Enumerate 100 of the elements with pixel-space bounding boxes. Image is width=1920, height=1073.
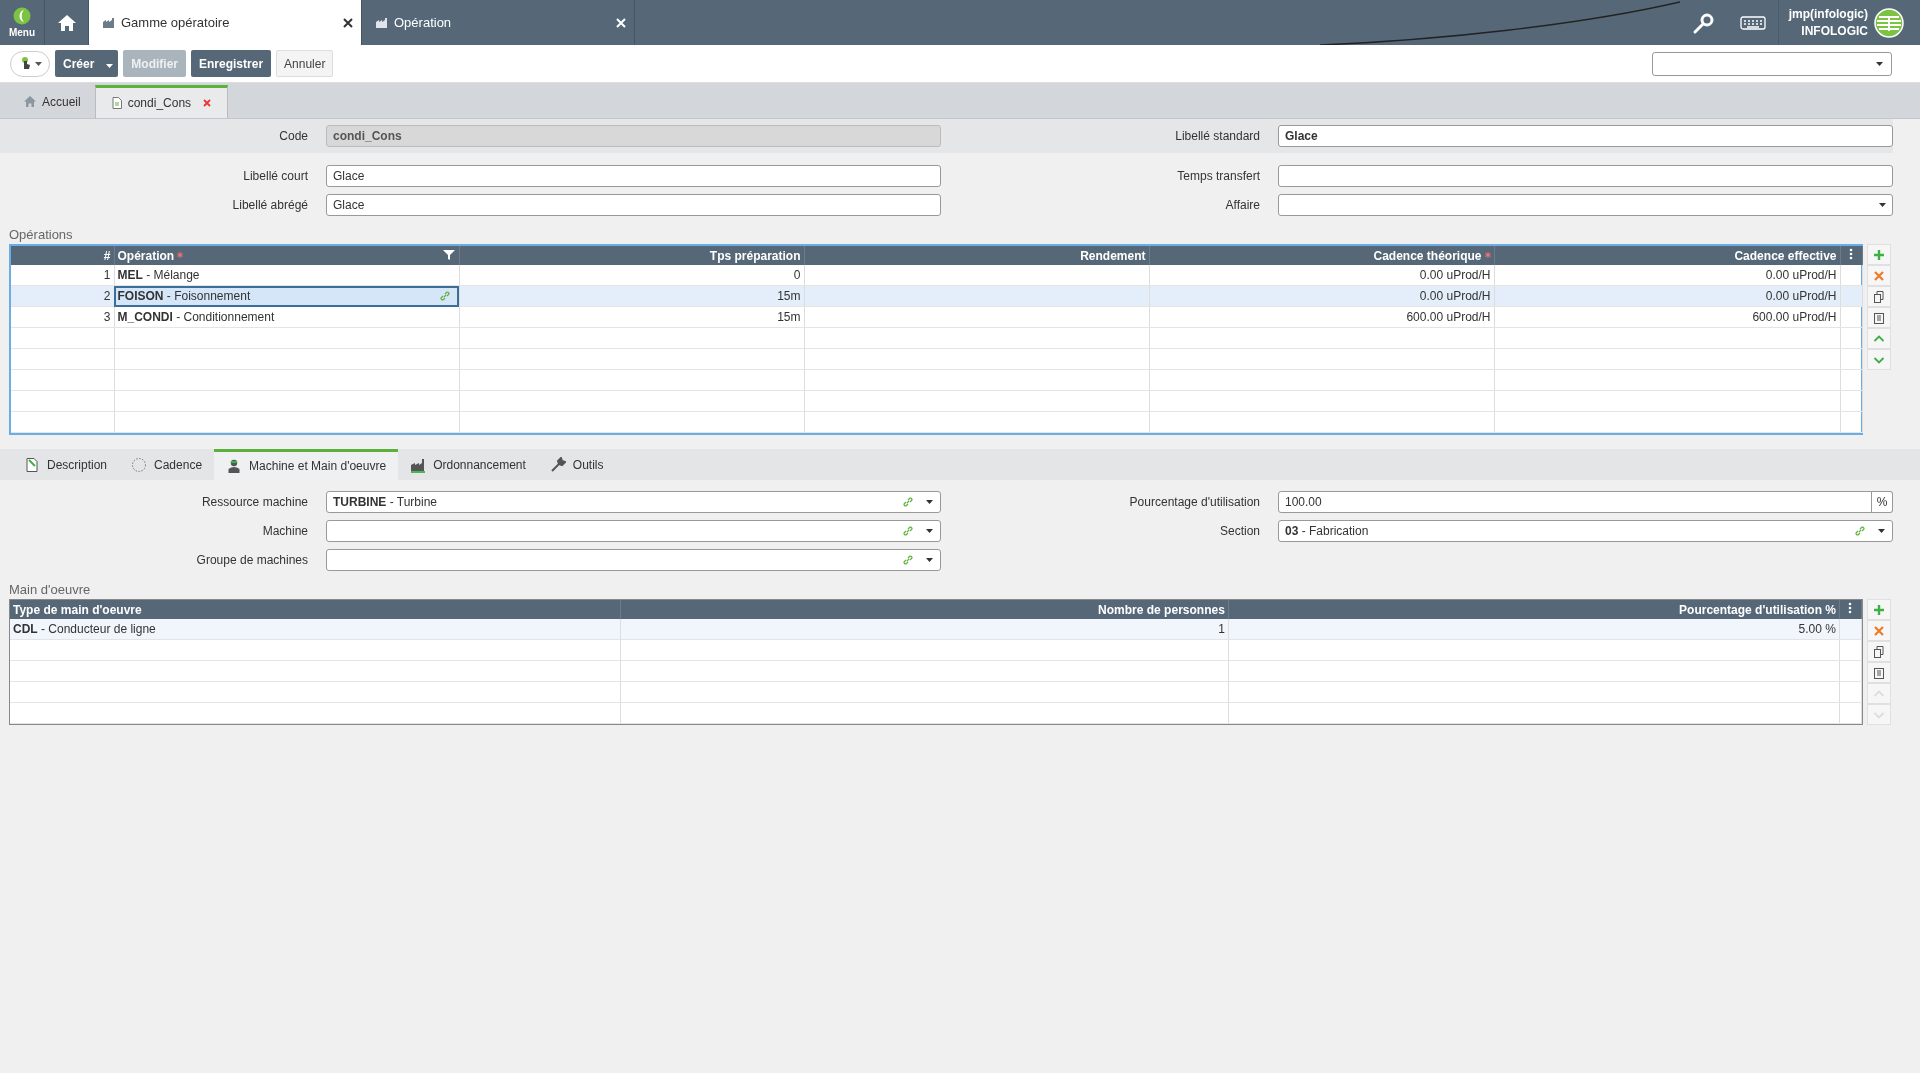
link-icon[interactable] [902, 554, 914, 566]
text-field[interactable]: Glace [326, 194, 941, 216]
field-label: Libellé court [242, 168, 309, 185]
add-row-button[interactable] [1867, 244, 1891, 265]
field-label: Groupe de machines [195, 552, 309, 569]
table-row[interactable]: 2 FOISON - Foisonnement 15m 0.00 uProd/H 0.00 uProd/H [11, 285, 1862, 307]
dropdown-field[interactable] [1652, 51, 1892, 76]
table-cell: 15m [777, 289, 801, 303]
lookup-field[interactable] [326, 549, 941, 571]
more-icon[interactable] [1849, 248, 1853, 260]
caret-icon[interactable] [106, 63, 114, 68]
field-label: Affaire [1224, 197, 1261, 214]
field-label: Ressource machine [200, 494, 309, 511]
column-header[interactable]: Opération [114, 246, 459, 265]
lookup-field[interactable] [326, 520, 941, 542]
table-row[interactable]: 1 MEL - Mélange 0 0.00 uProd/H 0.00 uProd/H [11, 265, 1862, 286]
app-tab[interactable]: Gamme opératoire [89, 0, 362, 45]
plus-icon [1873, 248, 1885, 261]
table-cell: 0.00 uProd/H [1765, 268, 1837, 282]
caret-icon [34, 61, 42, 66]
copy-row-button[interactable] [1867, 286, 1891, 307]
table-cell: 3 [103, 310, 111, 324]
section-title: Opérations [8, 226, 74, 244]
company-name: INFOLOGIC [1801, 24, 1868, 38]
column-header[interactable]: Pourcentage d'utilisation % [1228, 600, 1840, 619]
section-tab[interactable]: Cadence [119, 449, 215, 480]
link-icon[interactable] [902, 496, 914, 508]
table-cell: M_CONDI - Conditionnement [117, 310, 275, 324]
column-header[interactable]: Tps préparation [459, 246, 804, 265]
lookup-field[interactable]: TURBINE - Turbine [326, 491, 941, 513]
caret-icon [926, 529, 933, 533]
link-icon[interactable] [438, 290, 451, 302]
table-cell: 600.00 uProd/H [1752, 310, 1837, 324]
document-icon [111, 97, 122, 109]
copy-icon [1873, 290, 1885, 303]
toolbar-button[interactable]: Enregistrer [191, 50, 272, 77]
field-label: Code [0, 119, 326, 153]
search-icon[interactable] [1691, 10, 1716, 35]
table-cell: 600.00 uProd/H [1406, 310, 1491, 324]
factory-icon [376, 17, 388, 28]
paste-row-button[interactable] [1867, 662, 1891, 683]
link-icon[interactable] [902, 525, 914, 537]
add-row-button[interactable] [1867, 599, 1891, 620]
section-tab[interactable]: Machine et Main d'oeuvre [214, 449, 399, 480]
more-icon[interactable] [1848, 602, 1853, 614]
text-field[interactable] [1278, 165, 1893, 187]
field-label: Libellé standard [941, 119, 1278, 153]
column-header[interactable]: Rendement [804, 246, 1149, 265]
column-header[interactable]: Nombre de personnes [620, 600, 1229, 619]
cross-icon [1873, 624, 1885, 637]
table-cell: 1 [103, 268, 111, 282]
column-header[interactable]: Type de main d'oeuvre [10, 600, 621, 619]
clock-icon [131, 456, 148, 473]
clipboard-icon [1873, 666, 1885, 679]
cross-icon [1873, 269, 1885, 282]
section-tab[interactable]: Ordonnancement [398, 449, 538, 480]
number-field[interactable]: 100.00 % [1278, 491, 1893, 513]
column-header[interactable]: Cadence effective [1494, 246, 1840, 265]
worker-icon [226, 458, 243, 474]
table-cell: 1 [1218, 622, 1225, 636]
required-icon [177, 251, 184, 258]
table-row[interactable]: 3 M_CONDI - Conditionnement 15m 600.00 uProd/H 600.00 uProd/H [11, 306, 1862, 328]
column-header[interactable]: Cadence théorique [1149, 246, 1494, 265]
globe-icon[interactable] [1874, 7, 1904, 38]
table-cell: 5.00 % [1798, 622, 1836, 636]
field-label: Temps transfert [1176, 168, 1261, 185]
table-cell: 0 [793, 268, 801, 282]
touch-mode-button[interactable] [10, 50, 50, 77]
toolbar-button[interactable]: Annuler [276, 50, 334, 77]
section-tab[interactable]: Description [12, 449, 120, 480]
text-field[interactable]: condi_Cons [326, 125, 941, 147]
caret-icon [926, 500, 933, 504]
table-cell: CDL - Conducteur de ligne [13, 622, 156, 636]
factory-icon [410, 456, 427, 473]
clipboard-icon [1873, 311, 1885, 324]
table-cell: 0.00 uProd/H [1765, 289, 1837, 303]
filter-icon[interactable] [442, 250, 455, 260]
link-icon[interactable] [1854, 525, 1866, 537]
toolbar-button[interactable]: Créer [55, 50, 119, 77]
caret-icon [1878, 529, 1885, 533]
copy-row-button[interactable] [1867, 641, 1891, 662]
column-header[interactable]: # [11, 246, 114, 265]
table-row[interactable]: CDL - Conducteur de ligne 1 5.00 % [10, 619, 1862, 640]
down-row-button[interactable] [1867, 349, 1891, 370]
document-tab[interactable]: Accueil [10, 85, 95, 118]
paste-row-button[interactable] [1867, 307, 1891, 328]
table-cell: 2 [103, 289, 111, 303]
table-cell: 0.00 uProd/H [1419, 268, 1491, 282]
dropdown-field[interactable] [1278, 194, 1893, 216]
close-icon[interactable] [343, 17, 353, 28]
plus-icon [1873, 603, 1885, 616]
keyboard-icon[interactable] [1739, 14, 1766, 31]
unit-label: % [1871, 491, 1893, 513]
section-tab[interactable]: Outils [537, 449, 616, 480]
document-tab[interactable]: condi_Cons [94, 85, 229, 118]
text-field[interactable]: Glace [1278, 125, 1893, 147]
field-label: Pourcentage d'utilisation [1128, 494, 1261, 511]
home-icon [24, 96, 36, 107]
lookup-field[interactable]: 03 - Fabrication [1278, 520, 1893, 542]
text-field[interactable]: Glace [326, 165, 941, 187]
